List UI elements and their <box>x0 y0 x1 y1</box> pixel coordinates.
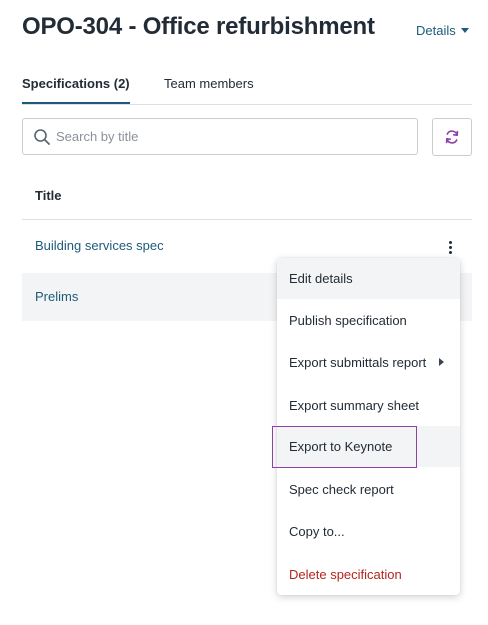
spec-link[interactable]: Prelims <box>35 289 78 304</box>
search-icon <box>34 129 50 145</box>
refresh-icon <box>445 130 459 144</box>
row-actions-button[interactable] <box>440 237 460 257</box>
menu-item-publish-specification[interactable]: Publish specification <box>277 300 460 341</box>
spec-link[interactable]: Building services spec <box>35 238 164 253</box>
tab-bar: Specifications (2) Team members <box>22 66 472 105</box>
menu-item-spec-check-report[interactable]: Spec check report <box>277 469 460 510</box>
tab-team-members[interactable]: Team members <box>164 76 254 103</box>
search-box <box>22 118 418 155</box>
search-input[interactable] <box>56 119 406 154</box>
menu-item-delete-specification[interactable]: Delete specification <box>277 554 460 595</box>
menu-item-edit-details[interactable]: Edit details <box>277 258 460 299</box>
page-title: OPO-304 - Office refurbishment <box>22 13 375 40</box>
details-label: Details <box>416 22 456 38</box>
tab-specifications[interactable]: Specifications (2) <box>22 76 130 104</box>
menu-item-export-submittals-report[interactable]: Export submittals report <box>277 342 460 383</box>
column-header-title: Title <box>35 188 62 203</box>
refresh-button[interactable] <box>432 118 472 156</box>
menu-item-copy-to[interactable]: Copy to... <box>277 511 460 552</box>
caret-down-icon <box>460 27 469 33</box>
menu-item-export-summary-sheet[interactable]: Export summary sheet <box>277 385 460 426</box>
caret-right-icon <box>439 358 444 366</box>
kebab-menu-icon <box>448 240 452 244</box>
context-menu: Edit details Publish specification Expor… <box>277 258 460 595</box>
kebab-dot <box>448 245 452 249</box>
details-dropdown-button[interactable]: Details <box>416 20 469 40</box>
menu-item-label: Export submittals report <box>289 355 427 370</box>
kebab-dot <box>448 250 452 254</box>
table-header: Title <box>22 176 472 220</box>
menu-item-export-to-keynote[interactable]: Export to Keynote <box>277 426 460 467</box>
